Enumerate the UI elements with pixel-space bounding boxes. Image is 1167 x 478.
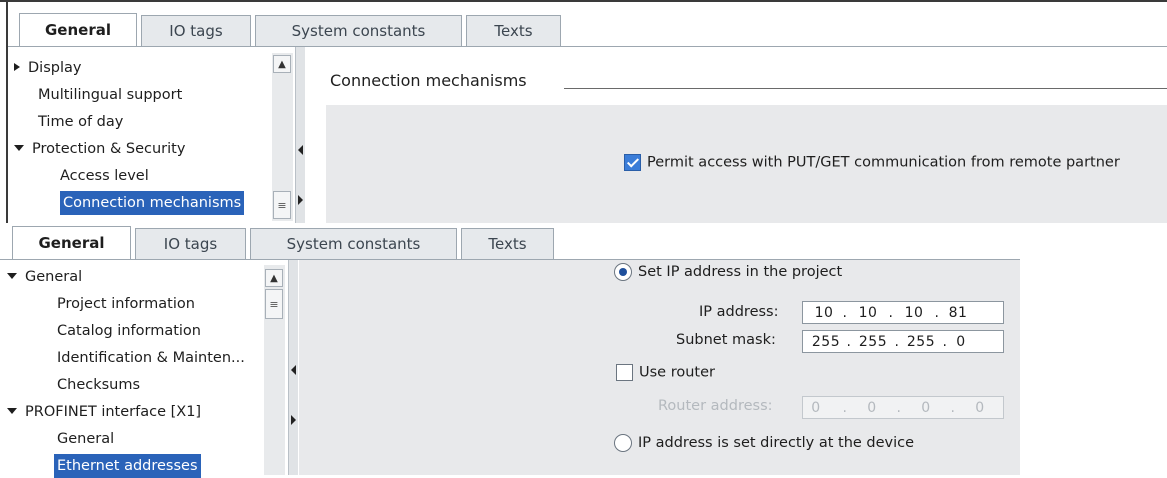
chevron-down-icon[interactable] xyxy=(14,145,24,151)
expand-right-icon[interactable] xyxy=(298,195,303,205)
ip-octet: 10 xyxy=(858,304,878,321)
radio-selected-icon[interactable] xyxy=(614,263,632,281)
tab-system-constants[interactable]: System constants xyxy=(255,15,462,46)
permit-putget-label: Permit access with PUT/GET communication… xyxy=(647,154,1120,171)
subnet-mask-field[interactable]: 255. 255. 255. 0 xyxy=(802,330,1004,353)
ip-dot: . xyxy=(888,304,894,321)
ip-dot: . xyxy=(942,333,948,350)
ip-dot: . xyxy=(842,304,848,321)
tab-io-tags[interactable]: IO tags xyxy=(135,228,246,259)
ip-dot: . xyxy=(896,399,902,416)
subnet-mask-label: Subnet mask: xyxy=(676,332,776,348)
ip-octet: 0 xyxy=(811,399,821,416)
bottom-splitter[interactable] xyxy=(288,260,298,475)
ip-octet: 10 xyxy=(814,304,834,321)
permit-putget-checkbox[interactable]: Permit access with PUT/GET communication… xyxy=(624,154,1120,171)
ip-octet: 0 xyxy=(975,399,985,416)
set-ip-in-project-radio[interactable]: Set IP address in the project xyxy=(614,263,842,281)
nav-item-general[interactable]: General xyxy=(7,265,82,289)
nav-item-profinet-interface[interactable]: PROFINET interface [X1] xyxy=(7,400,201,424)
expand-right-icon[interactable] xyxy=(291,415,296,425)
bottom-nav-tree: General Project information Catalog info… xyxy=(0,260,262,478)
ip-dot: . xyxy=(950,399,956,416)
router-address-label: Router address: xyxy=(658,398,773,414)
ip-octet: 10 xyxy=(904,304,924,321)
router-address-field[interactable]: 0. 0. 0. 0 xyxy=(802,396,1004,419)
ip-address-field[interactable]: 10. 10. 10. 81 xyxy=(802,301,1004,324)
bottom-tabbar: General IO tags System constants Texts xyxy=(12,226,558,259)
collapse-left-icon[interactable] xyxy=(298,145,303,155)
section-divider xyxy=(564,88,1167,89)
chevron-down-icon[interactable] xyxy=(7,408,17,414)
ip-address-label: IP address: xyxy=(699,304,779,320)
nav-item-catalog-information[interactable]: Catalog information xyxy=(57,319,201,343)
bottom-properties-panel: General IO tags System constants Texts G… xyxy=(0,223,1020,478)
ip-octet: 0 xyxy=(956,333,966,350)
nav-item-identification-maintenance[interactable]: Identification & Mainten... xyxy=(57,346,245,370)
radio-unselected-icon[interactable] xyxy=(614,434,632,452)
ip-dot: . xyxy=(842,399,848,416)
ethernet-settings-area: Set IP address in the project IP address… xyxy=(299,260,1020,475)
nav-label: General xyxy=(25,269,83,285)
scroll-thumb[interactable]: ≡ xyxy=(265,289,283,319)
ip-octet: 255 xyxy=(858,333,888,350)
ip-dot: . xyxy=(934,304,940,321)
nav-item-ethernet-addresses[interactable]: Ethernet addresses xyxy=(54,454,201,478)
nav-item-checksums[interactable]: Checksums xyxy=(57,373,140,397)
device-sets-ip-label: IP address is set directly at the device xyxy=(638,435,915,451)
ip-octet: 255 xyxy=(906,333,936,350)
top-content: Connection mechanisms Permit access with… xyxy=(306,47,1167,223)
top-tabbar: General IO tags System constants Texts xyxy=(19,13,565,46)
ip-octet: 0 xyxy=(921,399,931,416)
nav-item-multilingual-support[interactable]: Multilingual support xyxy=(38,83,182,107)
ip-dot: . xyxy=(846,333,852,350)
scroll-thumb[interactable]: ≡ xyxy=(273,191,291,219)
ip-octet: 81 xyxy=(948,304,968,321)
device-sets-ip-radio[interactable]: IP address is set directly at the device xyxy=(614,434,914,452)
checkbox-unchecked-icon[interactable] xyxy=(616,364,633,381)
top-properties-panel: General IO tags System constants Texts D… xyxy=(0,0,1167,223)
nav-item-display[interactable]: Display xyxy=(14,56,81,80)
ip-octet: 255 xyxy=(811,333,841,350)
top-nav-scrollbar[interactable]: ▲ ≡ xyxy=(272,53,293,221)
nav-label: Display xyxy=(28,60,82,76)
top-splitter[interactable] xyxy=(295,47,305,223)
tab-io-tags[interactable]: IO tags xyxy=(141,15,251,46)
chevron-right-icon[interactable] xyxy=(14,63,20,71)
use-router-label: Use router xyxy=(639,364,715,381)
tab-general[interactable]: General xyxy=(12,226,131,259)
tab-texts[interactable]: Texts xyxy=(466,15,561,46)
checkbox-checked-icon[interactable] xyxy=(624,154,641,171)
nav-item-access-level[interactable]: Access level xyxy=(60,164,149,188)
scroll-up-icon[interactable]: ▲ xyxy=(265,269,283,287)
collapse-left-icon[interactable] xyxy=(291,365,296,375)
settings-area: Permit access with PUT/GET communication… xyxy=(326,105,1167,223)
tab-texts[interactable]: Texts xyxy=(461,228,554,259)
top-nav-tree: Display Multilingual support Time of day… xyxy=(8,47,270,223)
set-ip-in-project-label: Set IP address in the project xyxy=(638,264,843,280)
ip-dot: . xyxy=(894,333,900,350)
use-router-checkbox[interactable]: Use router xyxy=(616,364,715,381)
chevron-down-icon[interactable] xyxy=(7,273,17,279)
nav-item-project-information[interactable]: Project information xyxy=(57,292,195,316)
panel-border xyxy=(0,0,1167,2)
nav-item-interface-general[interactable]: General xyxy=(57,427,114,451)
nav-item-connection-mechanisms[interactable]: Connection mechanisms xyxy=(60,191,245,215)
nav-item-time-of-day[interactable]: Time of day xyxy=(38,110,123,134)
tab-system-constants[interactable]: System constants xyxy=(250,228,457,259)
section-title: Connection mechanisms xyxy=(330,71,527,90)
scroll-up-icon[interactable]: ▲ xyxy=(273,55,291,73)
nav-label: Protection & Security xyxy=(32,141,186,157)
ip-octet: 0 xyxy=(867,399,877,416)
bottom-nav-scrollbar[interactable]: ▲ ≡ xyxy=(264,265,285,475)
tab-general[interactable]: General xyxy=(19,13,137,46)
nav-label: PROFINET interface [X1] xyxy=(25,404,202,420)
nav-item-protection-security[interactable]: Protection & Security xyxy=(14,137,185,161)
